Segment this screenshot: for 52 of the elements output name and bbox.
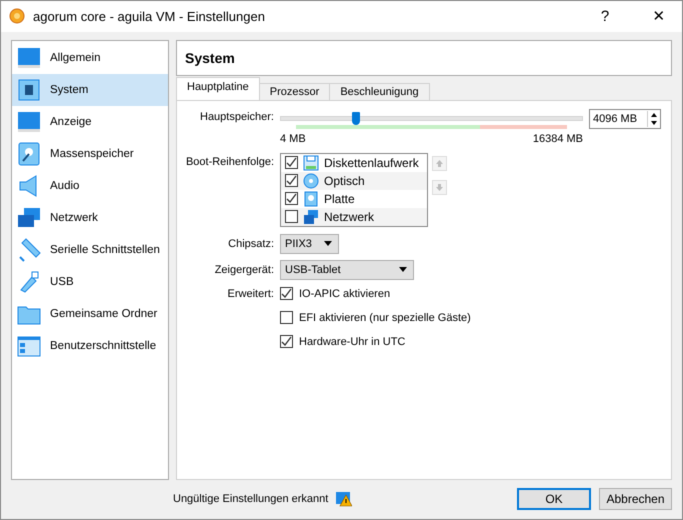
tab[interactable]: Hauptplatine [176,76,260,100]
checkbox-label[interactable]: Hardware-Uhr in UTC [299,336,406,348]
sidebar-item[interactable]: Benutzerschnittstelle [12,330,168,362]
checkbox[interactable] [280,335,293,348]
tab[interactable]: Beschleunigung [329,82,430,100]
min-label: 4 MB [280,132,306,145]
caret-icon [399,267,407,272]
window-title: agorum core - aguila VM - Einstellungen [33,8,266,24]
checkbox[interactable] [285,156,298,170]
checkbox[interactable] [280,287,293,300]
sidebar-item[interactable]: System [12,74,168,106]
sidebar-item[interactable]: USB [12,266,168,298]
network-icon [303,208,319,225]
section-header: System [176,40,672,76]
max-label: 16384 MB [532,132,583,145]
cancel-button[interactable]: Abbrechen [599,488,672,510]
checkbox[interactable] [285,192,298,206]
checkbox[interactable] [285,174,298,188]
status-text: Ungültige Einstellungen erkannt [173,493,328,506]
checkbox[interactable] [285,210,298,224]
sidebar-item[interactable]: Anzeige [12,106,168,138]
help-button[interactable]: ? [582,8,628,25]
sidebar-item[interactable]: Audio [12,170,168,202]
chip-icon [16,76,42,103]
list-item[interactable]: Platte [324,192,355,206]
checkbox[interactable] [280,311,293,324]
sidebar-item[interactable]: Netzwerk [12,202,168,234]
sidebar-item[interactable]: Gemeinsame Ordner [12,298,168,330]
caret-icon [324,241,332,246]
chipset-dropdown[interactable]: PIIX3 [280,234,339,254]
field-label: Chipsatz: [227,238,275,250]
field-label: Hauptspeicher: [199,110,275,123]
checkbox-label[interactable]: EFI aktivieren (nur spezielle Gäste) [299,312,471,324]
spin-arrows-icon[interactable] [647,110,660,127]
memory-slider[interactable] [280,110,583,131]
ok-button[interactable]: OK [517,488,591,510]
arrow-down-icon [435,182,444,192]
list-item[interactable]: Diskettenlaufwerk [324,156,419,170]
sidebar-item[interactable]: Massenspeicher [12,138,168,170]
arrow-up-icon [435,158,444,168]
pointing-device-dropdown[interactable]: USB-Tablet [280,260,414,280]
sidebar-item[interactable]: Allgemein [12,42,168,74]
sidebar-item[interactable]: Serielle Schnittstellen [12,234,168,266]
warning-icon [336,491,352,508]
memory-spinbox[interactable]: 4096 MB [589,108,661,129]
gear-icon [9,8,25,24]
field-label: Zeigergerät: [214,264,275,276]
close-button[interactable]: ✕ [636,7,682,26]
field-label: Boot-Reihenfolge: [184,154,275,168]
slider-thumb[interactable] [352,112,360,125]
checkbox-label[interactable]: IO-APIC aktivieren [299,288,390,300]
field-label: Erweitert: [226,286,275,300]
